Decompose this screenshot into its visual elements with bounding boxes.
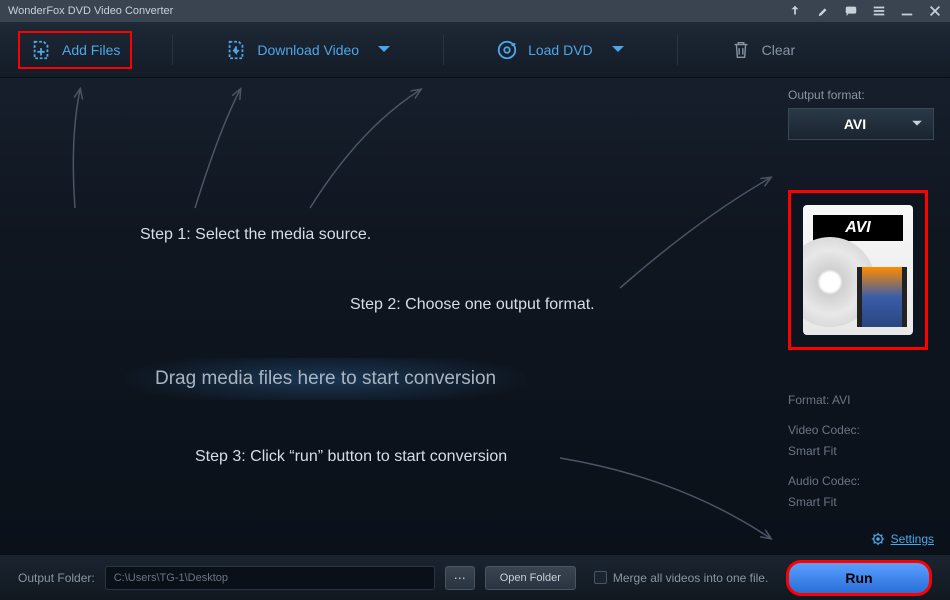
- gear-icon: [871, 532, 885, 546]
- format-preview[interactable]: AVI: [788, 190, 928, 350]
- step-2-text: Step 2: Choose one output format.: [350, 296, 595, 314]
- run-button[interactable]: Run: [786, 560, 932, 596]
- dvd-icon: [496, 39, 518, 61]
- titlebar: WonderFox DVD Video Converter: [0, 0, 950, 22]
- upload-icon[interactable]: [788, 4, 802, 18]
- chevron-down-icon: [911, 120, 923, 128]
- eyedropper-icon[interactable]: [816, 4, 830, 18]
- download-video-label: Download Video: [257, 42, 359, 58]
- merge-label: Merge all videos into one file.: [613, 571, 768, 585]
- merge-checkbox-group[interactable]: Merge all videos into one file.: [594, 571, 768, 585]
- titlebar-controls: [788, 4, 942, 18]
- menu-icon[interactable]: [872, 4, 886, 18]
- output-format-dropdown[interactable]: AVI: [788, 108, 934, 140]
- chevron-down-icon: [377, 45, 391, 55]
- settings-link[interactable]: Settings: [788, 532, 934, 546]
- toolbar: Add Files Download Video Load DVD Clear: [0, 22, 950, 78]
- trash-icon: [730, 39, 752, 61]
- audio-codec-line: Audio Codec:Smart Fit: [788, 471, 934, 514]
- hint-arrows: [0, 78, 780, 554]
- output-format-label: Output format:: [788, 88, 934, 102]
- settings-label: Settings: [891, 532, 934, 546]
- output-panel: Output format: AVI AVI Format: AVI Video…: [780, 78, 950, 554]
- download-icon: [225, 39, 247, 61]
- main-area: Step 1: Select the media source. Step 2:…: [0, 78, 950, 554]
- add-file-icon: [30, 39, 52, 61]
- close-icon[interactable]: [928, 4, 942, 18]
- film-icon: [857, 267, 907, 327]
- step-3-text: Step 3: Click “run” button to start conv…: [195, 448, 507, 466]
- load-dvd-label: Load DVD: [528, 42, 593, 58]
- minimize-icon[interactable]: [900, 4, 914, 18]
- format-line: Format: AVI: [788, 390, 934, 412]
- format-info: Format: AVI Video Codec:Smart Fit Audio …: [788, 390, 934, 514]
- browse-button[interactable]: ⋯: [445, 566, 475, 590]
- output-folder-input[interactable]: [105, 566, 435, 590]
- bottom-bar: Output Folder: ⋯ Open Folder Merge all v…: [0, 554, 950, 600]
- add-files-label: Add Files: [62, 42, 120, 58]
- download-video-button[interactable]: Download Video: [213, 31, 403, 69]
- load-dvd-button[interactable]: Load DVD: [484, 31, 637, 69]
- output-folder-label: Output Folder:: [18, 571, 95, 585]
- window-title: WonderFox DVD Video Converter: [8, 5, 788, 17]
- divider: [677, 35, 678, 65]
- avi-file-icon: AVI: [803, 205, 913, 335]
- drop-zone[interactable]: Step 1: Select the media source. Step 2:…: [0, 78, 780, 554]
- merge-checkbox[interactable]: [594, 571, 607, 584]
- drag-hint-text: Drag media files here to start conversio…: [125, 358, 526, 400]
- step-1-text: Step 1: Select the media source.: [140, 226, 371, 244]
- comment-icon[interactable]: [844, 4, 858, 18]
- clear-label: Clear: [762, 42, 795, 58]
- chevron-down-icon: [611, 45, 625, 55]
- open-folder-button[interactable]: Open Folder: [485, 566, 576, 590]
- divider: [443, 35, 444, 65]
- video-codec-line: Video Codec:Smart Fit: [788, 420, 934, 463]
- divider: [172, 35, 173, 65]
- selected-format-label: AVI: [844, 116, 866, 132]
- clear-button[interactable]: Clear: [718, 31, 807, 69]
- add-files-button[interactable]: Add Files: [18, 31, 132, 69]
